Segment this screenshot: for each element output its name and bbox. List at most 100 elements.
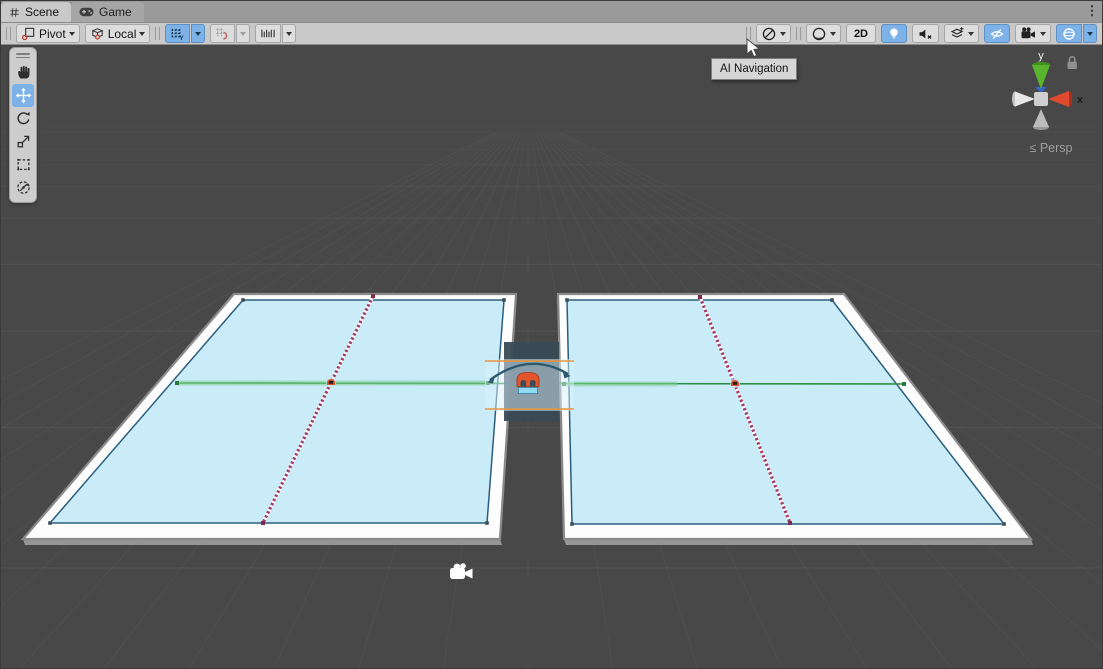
orientation-dropdown[interactable]: Local xyxy=(85,24,151,43)
navmesh-surface[interactable] xyxy=(567,300,1004,524)
scene-camera-gizmo-icon[interactable] xyxy=(450,563,473,579)
navmesh-link-marker[interactable] xyxy=(730,378,740,388)
vertex-handle[interactable] xyxy=(502,298,506,302)
local-cube-icon xyxy=(90,26,105,41)
pivot-dropdown[interactable]: Pivot xyxy=(16,24,80,43)
audio-mute-toggle[interactable] xyxy=(912,24,939,43)
persp-label: Persp xyxy=(1040,141,1073,155)
tab-scene[interactable]: Scene xyxy=(1,2,71,22)
chevron-down-icon xyxy=(1040,32,1046,36)
tab-scene-label: Scene xyxy=(25,5,59,19)
effects-layers-icon xyxy=(949,26,965,42)
vertex-handle[interactable] xyxy=(48,521,52,525)
2d-view-toggle[interactable]: 2D xyxy=(846,24,876,43)
gizmos-dropdown[interactable] xyxy=(1083,24,1097,43)
tools-overlay xyxy=(9,47,37,203)
vertex-handle[interactable] xyxy=(485,521,489,525)
grid-snapping-group xyxy=(210,24,250,43)
speaker-muted-icon xyxy=(917,26,934,42)
grid-visibility-group: Y xyxy=(165,24,205,43)
toolbar-separator xyxy=(796,27,801,40)
grid-visibility-dropdown[interactable] xyxy=(191,24,205,43)
vertex-handle[interactable] xyxy=(565,298,569,302)
perspective-toggle[interactable]: ≤ Persp xyxy=(1009,141,1093,155)
gizmos-sphere-icon xyxy=(1061,26,1077,42)
video-camera-icon xyxy=(1020,26,1037,42)
pivot-icon xyxy=(21,26,36,41)
shaded-sphere-icon xyxy=(811,26,827,42)
chevron-down-icon xyxy=(69,32,75,36)
axis-y-label: y xyxy=(1038,50,1044,62)
ai-navigation-tooltip: AI Navigation xyxy=(711,58,797,80)
vertex-handle[interactable] xyxy=(830,298,834,302)
tab-bar: Scene Game ⋮ xyxy=(1,1,1102,23)
hand-tool-icon xyxy=(15,64,32,81)
lock-icon[interactable] xyxy=(1068,57,1077,69)
gizmo-center-cube[interactable] xyxy=(1034,92,1048,106)
scene-grid-icon xyxy=(9,7,20,18)
gizmos-toggle[interactable] xyxy=(1056,24,1082,43)
rect-tool-button[interactable] xyxy=(12,153,34,176)
axis-left-cone[interactable] xyxy=(1015,92,1035,107)
tools-overlay-drag-handle[interactable] xyxy=(10,50,36,61)
scene-3d-render[interactable] xyxy=(1,45,1103,669)
draw-mode-dropdown[interactable] xyxy=(806,24,841,43)
eye-slash-icon xyxy=(989,26,1005,42)
chevron-down-icon xyxy=(968,32,974,36)
gamepad-icon xyxy=(79,7,94,17)
link-bridge-icon xyxy=(517,373,539,387)
navmesh-link-marker[interactable] xyxy=(326,377,336,387)
snap-increment-group xyxy=(255,24,296,43)
chevron-down-icon xyxy=(780,32,786,36)
tab-game-label: Game xyxy=(99,5,132,19)
vertex-handle[interactable] xyxy=(1002,522,1006,526)
grid-visibility-toggle[interactable]: Y xyxy=(165,24,190,43)
grid-snapping-toggle[interactable] xyxy=(210,24,235,43)
orientation-label: Local xyxy=(108,27,137,41)
vertex-handle[interactable] xyxy=(241,298,245,302)
transform-tool-icon xyxy=(15,179,32,196)
scene-toolbar: Pivot Local xyxy=(1,23,1102,45)
axis-x-label: x xyxy=(1077,94,1084,106)
grid-y-icon: Y xyxy=(170,26,185,41)
mouse-cursor xyxy=(746,38,762,60)
hand-tool-button[interactable] xyxy=(12,61,34,84)
2d-label: 2D xyxy=(851,28,871,40)
move-tool-icon xyxy=(15,87,32,104)
axis-y-cone[interactable] xyxy=(1032,65,1050,89)
unity-scene-window: Scene Game ⋮ Pivot xyxy=(0,0,1103,669)
toolbar-separator xyxy=(155,27,160,40)
scene-viewport[interactable]: y x ≤ Persp AI Navigation xyxy=(1,45,1103,669)
link-width-handle[interactable] xyxy=(902,382,906,386)
rect-tool-icon xyxy=(15,156,32,173)
effects-dropdown[interactable] xyxy=(944,24,979,43)
navmesh-surface[interactable] xyxy=(50,300,504,523)
ai-navigation-compass-icon xyxy=(761,26,777,42)
axis-x-cone[interactable] xyxy=(1048,91,1069,107)
scene-visibility-toggle[interactable] xyxy=(984,24,1010,43)
chevron-down-icon xyxy=(139,32,145,36)
chevron-down-icon xyxy=(240,32,246,36)
snap-increment-button[interactable] xyxy=(255,24,281,43)
pane-menu-button[interactable]: ⋮ xyxy=(1082,3,1102,22)
persp-chevron-glyph: ≤ xyxy=(1029,141,1036,155)
rotate-tool-button[interactable] xyxy=(12,107,34,130)
move-tool-button[interactable] xyxy=(12,84,34,107)
link-width-handle[interactable] xyxy=(175,381,179,385)
camera-settings-dropdown[interactable] xyxy=(1015,24,1051,43)
court-right[interactable] xyxy=(558,294,1033,545)
tab-game[interactable]: Game xyxy=(71,2,144,22)
scale-tool-button[interactable] xyxy=(12,130,34,153)
snap-increment-dropdown[interactable] xyxy=(282,24,296,43)
transform-tool-button[interactable] xyxy=(12,176,34,199)
snap-increment-ruler-icon xyxy=(260,26,276,41)
lightbulb-icon xyxy=(886,26,902,42)
chevron-down-icon xyxy=(1087,32,1093,36)
grid-snap-icon xyxy=(215,26,230,41)
scene-lighting-toggle[interactable] xyxy=(881,24,907,43)
axis-down-cone[interactable] xyxy=(1033,109,1049,127)
vertex-handle[interactable] xyxy=(570,522,574,526)
toolbar-drag-handle[interactable] xyxy=(6,27,11,40)
gizmos-group xyxy=(1056,24,1097,43)
grid-snapping-dropdown[interactable] xyxy=(236,24,250,43)
